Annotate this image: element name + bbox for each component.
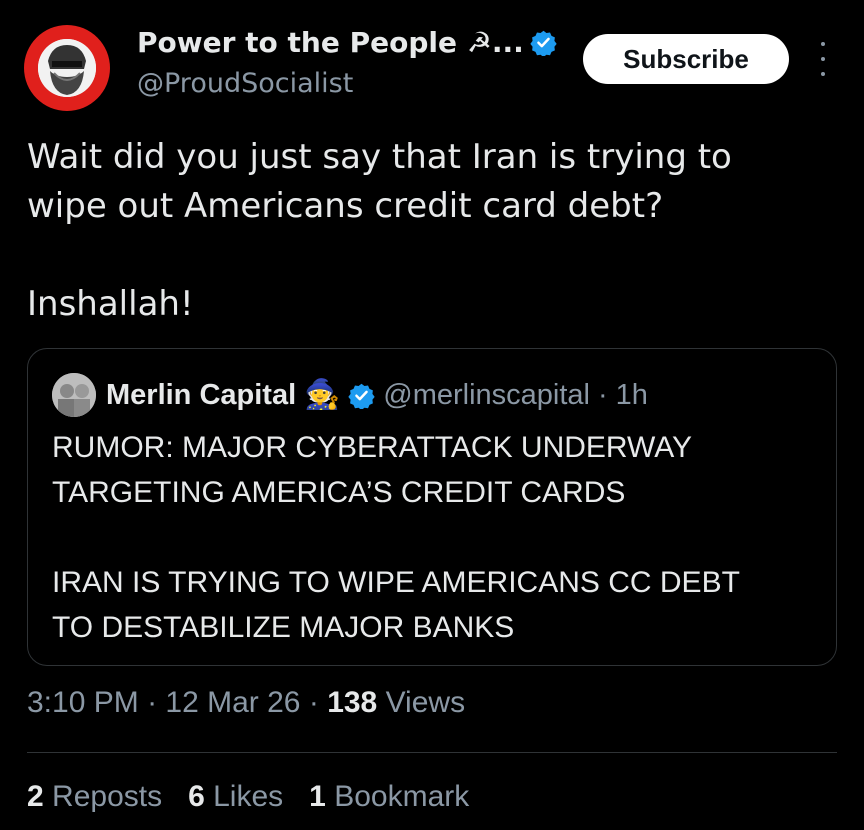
- post-text: Wait did you just say that Iran is tryin…: [27, 133, 827, 329]
- post-text-line: Inshallah!: [27, 284, 194, 324]
- quoted-text-line: RUMOR: MAJOR CYBERATTACK UNDERWAY: [52, 431, 693, 464]
- post-text-line: wipe out Americans credit card debt?: [27, 186, 664, 226]
- reposts-count: 2: [27, 780, 44, 813]
- likes-count: 6: [188, 780, 205, 813]
- quoted-author-avatar[interactable]: [52, 373, 96, 417]
- bookmarks-stat[interactable]: 1 Bookmark: [309, 780, 469, 814]
- post-text-line: Wait did you just say that Iran is tryin…: [27, 137, 732, 177]
- engagement-stats: 2 Reposts 6 Likes 1 Bookmark: [27, 780, 469, 814]
- post-metadata: 3:10 PM · 12 Mar 26 · 138 Views: [27, 686, 465, 720]
- separator: ·: [598, 378, 608, 411]
- quoted-text-line: TO DESTABILIZE MAJOR BANKS: [52, 611, 515, 644]
- verified-badge-icon: [530, 30, 557, 56]
- likes-label: Likes: [213, 780, 284, 813]
- subscribe-button[interactable]: Subscribe: [583, 34, 789, 84]
- post-time[interactable]: 3:10 PM: [27, 686, 139, 719]
- more-dot: [821, 57, 825, 61]
- quoted-post-card[interactable]: Merlin Capital 🧙 @merlinscapital · 1h RU…: [27, 348, 837, 666]
- quoted-avatar-icon: [52, 373, 96, 417]
- quoted-header: Merlin Capital 🧙 @merlinscapital · 1h: [106, 373, 648, 417]
- views-count: 138: [327, 686, 378, 719]
- bookmarks-count: 1: [309, 780, 326, 813]
- quoted-text-line: TARGETING AMERICA’S CREDIT CARDS: [52, 476, 626, 509]
- separator: ·: [147, 686, 158, 719]
- likes-stat[interactable]: 6 Likes: [188, 780, 283, 814]
- wizard-emoji-icon: 🧙: [304, 379, 341, 411]
- divider: [27, 752, 837, 753]
- bookmarks-label: Bookmark: [334, 780, 470, 813]
- verified-badge-icon: [348, 383, 375, 409]
- portrait-icon: [38, 39, 96, 97]
- separator: ·: [308, 686, 319, 719]
- more-options-icon[interactable]: [818, 42, 828, 76]
- quoted-text-line: IRAN IS TRYING TO WIPE AMERICANS CC DEBT: [52, 566, 740, 599]
- reposts-label: Reposts: [52, 780, 163, 813]
- quoted-post-age[interactable]: 1h: [616, 379, 648, 412]
- author-avatar[interactable]: [24, 25, 110, 111]
- quoted-author-handle[interactable]: @merlinscapital: [383, 379, 590, 412]
- author-handle[interactable]: @ProudSocialist: [137, 68, 353, 99]
- avatar-portrait: [38, 39, 96, 97]
- more-dot: [821, 42, 825, 46]
- views-label: Views: [385, 686, 466, 719]
- quoted-author-name[interactable]: Merlin Capital: [106, 379, 296, 412]
- post-date[interactable]: 12 Mar 26: [165, 686, 300, 719]
- reposts-stat[interactable]: 2 Reposts: [27, 780, 162, 814]
- quoted-post-text: RUMOR: MAJOR CYBERATTACK UNDERWAY TARGET…: [52, 425, 822, 650]
- more-dot: [821, 72, 825, 76]
- author-name-row[interactable]: Power to the People ☭...: [137, 26, 557, 59]
- author-name[interactable]: Power to the People ☭...: [137, 26, 524, 59]
